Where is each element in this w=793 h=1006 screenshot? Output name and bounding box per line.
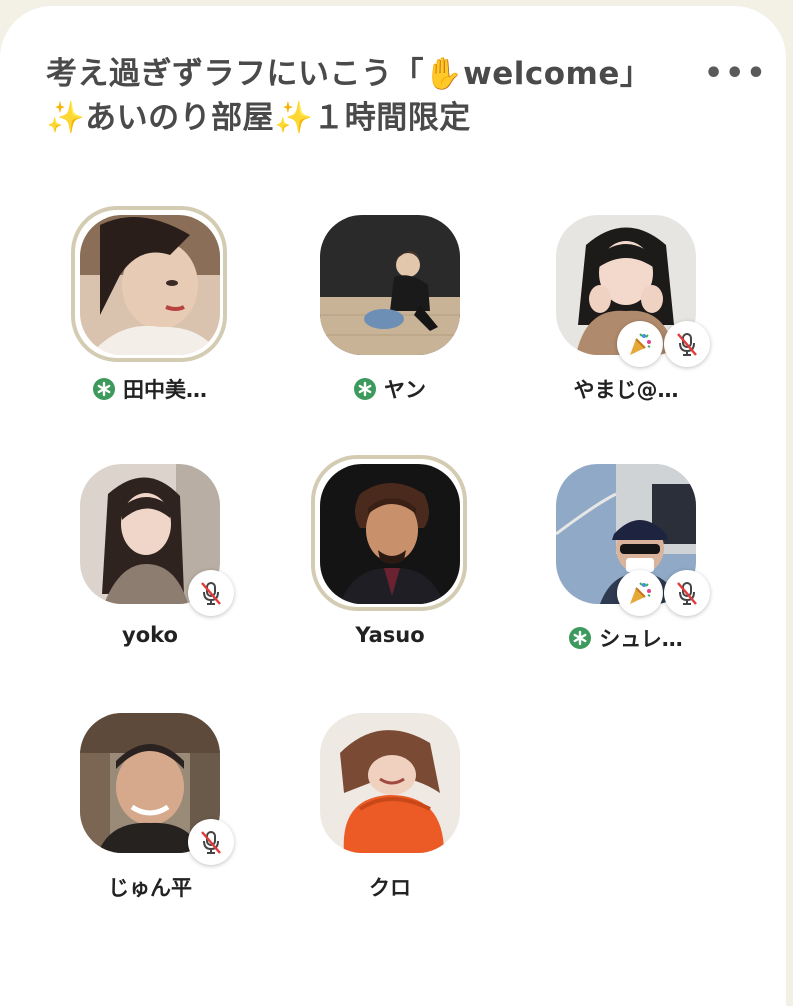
new-member-badge <box>617 321 663 367</box>
speaker-tile-1[interactable]: 田中美… <box>30 206 270 406</box>
moderator-asterisk-icon <box>569 627 592 649</box>
speaker-tile-3[interactable]: やまじ@… <box>506 206 746 406</box>
speaker-name-row: 田中美… <box>30 374 270 404</box>
party-popper-icon <box>630 582 651 604</box>
speaker-name-row: Yasuo <box>270 623 510 647</box>
speaker-name: じゅん平 <box>108 876 192 900</box>
speaker-tile-8[interactable]: クロ <box>270 704 510 904</box>
speaker-name: ヤン <box>384 378 426 402</box>
muted-mic-icon <box>677 333 697 356</box>
speaker-name: シュレ… <box>599 627 683 651</box>
speaker-name-row: yoko <box>30 623 270 647</box>
muted-mic-icon <box>677 582 697 605</box>
moderator-asterisk-icon <box>354 378 376 400</box>
speaker-tile-2[interactable]: ヤン <box>270 206 510 406</box>
mute-badge <box>664 321 710 367</box>
more-options-button[interactable]: ••• <box>704 59 768 89</box>
room-title: 考え過ぎずラフにいこう「✋welcome」✨あいのり部屋✨１時間限定 <box>46 56 652 136</box>
speaker-tile-5[interactable]: Yasuo <box>270 455 510 655</box>
speaker-name: やまじ@… <box>573 378 679 402</box>
avatar <box>80 215 220 355</box>
speaker-name-row: じゅん平 <box>30 872 270 902</box>
speaker-name: クロ <box>369 876 411 900</box>
mute-badge <box>188 819 234 865</box>
speaker-tile-7[interactable]: じゅん平 <box>30 704 270 904</box>
speaker-name: Yasuo <box>355 623 425 647</box>
party-popper-icon <box>630 333 651 355</box>
avatar <box>320 215 460 355</box>
speaker-name-row: シュレ… <box>506 623 746 653</box>
mute-badge <box>664 570 710 616</box>
avatar <box>320 713 460 853</box>
mute-badge <box>188 570 234 616</box>
speaker-name: yoko <box>122 623 178 647</box>
speaker-name-row: クロ <box>270 872 510 902</box>
moderator-asterisk-icon <box>93 378 115 400</box>
speaker-tile-6[interactable]: シュレ… <box>506 455 746 655</box>
muted-mic-icon <box>201 831 221 854</box>
speaker-name-row: やまじ@… <box>506 374 746 404</box>
muted-mic-icon <box>201 582 221 605</box>
speaker-name-row: ヤン <box>270 374 510 404</box>
speaker-tile-4[interactable]: yoko <box>30 455 270 655</box>
new-member-badge <box>617 570 663 616</box>
avatar <box>320 464 460 604</box>
speaker-name: 田中美… <box>123 378 207 402</box>
